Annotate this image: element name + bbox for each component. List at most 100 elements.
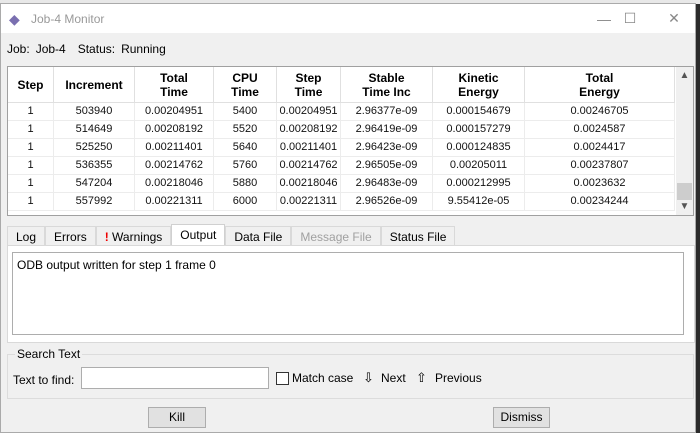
table-cell: 1 — [8, 139, 54, 156]
column-header-line: Step — [295, 70, 322, 85]
table-cell: 536355 — [54, 157, 135, 174]
tab-label: Status File — [389, 230, 447, 244]
column-header[interactable]: Total Time — [135, 67, 214, 102]
table-cell: 0.00218046 — [135, 175, 214, 192]
match-case-checkbox[interactable] — [276, 372, 289, 385]
tab-message-file: Message File — [291, 226, 381, 245]
table-row[interactable]: 1 547204 0.00218046 5880 0.00218046 2.96483e-… — [8, 175, 675, 193]
match-case-label[interactable]: Match case — [292, 371, 353, 385]
table-cell: 0.00221311 — [277, 193, 341, 210]
table-cell: 0.00237807 — [525, 157, 675, 174]
column-header[interactable]: Stable Time Inc — [341, 67, 433, 102]
column-header-line: Time — [231, 84, 259, 99]
column-header[interactable]: Step Time — [277, 67, 341, 102]
table-cell: 0.00211401 — [277, 139, 341, 156]
table-cell: 1 — [8, 157, 54, 174]
table-cell: 9.55412e-05 — [433, 193, 525, 210]
table-cell: 5760 — [214, 157, 277, 174]
column-header-line: Total — [585, 70, 614, 85]
column-header-line: CPU — [232, 70, 258, 85]
status-label: Status: — [77, 42, 116, 56]
job-name: Job-4 — [35, 42, 66, 56]
tab-output[interactable]: Output — [171, 224, 226, 246]
tab-errors[interactable]: Errors — [45, 226, 96, 245]
tab-label: Data File — [234, 230, 283, 244]
column-header[interactable]: Total Energy — [525, 67, 675, 102]
job-monitor-window: ◆ Job-4 Monitor — ☐ ✕ Job: Job-4 Status: Ru… — [0, 3, 696, 433]
column-header-line: Energy — [579, 84, 620, 99]
job-label: Job: — [7, 42, 30, 56]
arrow-down-icon[interactable]: ⇩ — [363, 370, 374, 386]
table-cell: 0.00214762 — [135, 157, 214, 174]
table-cell: 5880 — [214, 175, 277, 192]
table-row[interactable]: 1 557992 0.00221311 6000 0.00221311 2.96526e-… — [8, 193, 675, 211]
table-cell: 1 — [8, 103, 54, 120]
table-cell: 1 — [8, 193, 54, 210]
output-text[interactable]: ODB output written for step 1 frame 0 — [12, 252, 684, 335]
table-cell: 2.96377e-09 — [341, 103, 433, 120]
column-header[interactable]: Step — [8, 67, 54, 102]
table-cell: 2.96419e-09 — [341, 121, 433, 138]
previous-button[interactable]: Previous — [435, 371, 482, 385]
column-header-line: Total — [160, 70, 188, 85]
column-header-line: Time Inc — [362, 84, 411, 99]
dismiss-button[interactable]: Dismiss — [493, 407, 550, 428]
job-status: Job: Job-4 Status: Running — [7, 42, 172, 56]
table-cell: 0.00205011 — [433, 157, 525, 174]
column-header-line: Increment — [65, 77, 123, 92]
scroll-up-icon[interactable]: ▲ — [676, 67, 693, 84]
table-cell: 1 — [8, 121, 54, 138]
table-cell: 5400 — [214, 103, 277, 120]
warning-icon: ! — [104, 230, 109, 244]
tab-log[interactable]: Log — [7, 226, 46, 245]
tab-warnings[interactable]: ! Warnings — [95, 226, 172, 245]
window-title: Job-4 Monitor — [31, 11, 105, 26]
increment-table: Step Increment Total Time CPU Time Step Time Sta… — [7, 66, 694, 216]
table-cell: 557992 — [54, 193, 135, 210]
vertical-scrollbar[interactable]: ▲ ▼ — [676, 67, 693, 215]
table-row[interactable]: 1 536355 0.00214762 5760 0.00214762 2.96505e-… — [8, 157, 675, 175]
app-icon: ◆ — [9, 10, 20, 27]
tab-label: Warnings — [112, 230, 163, 244]
table-row[interactable]: 1 514649 0.00208192 5520 0.00208192 2.96419e-… — [8, 121, 675, 139]
table-cell: 2.96423e-09 — [341, 139, 433, 156]
table-cell: 547204 — [54, 175, 135, 192]
table-row[interactable]: 1 503940 0.00204951 5400 0.00204951 2.96377e-… — [8, 103, 675, 121]
text-to-find-input[interactable] — [81, 367, 269, 389]
kill-button[interactable]: Kill — [148, 407, 206, 428]
column-header-line: Time — [160, 84, 188, 99]
next-button[interactable]: Next — [381, 371, 406, 385]
column-header[interactable]: Kinetic Energy — [433, 67, 525, 102]
maximize-button[interactable]: ☐ — [607, 4, 653, 33]
scroll-down-icon[interactable]: ▼ — [676, 198, 693, 215]
table-cell: 2.96505e-09 — [341, 157, 433, 174]
output-panel: ODB output written for step 1 frame 0 — [7, 245, 695, 343]
column-header[interactable]: Increment — [54, 67, 135, 102]
table-cell: 503940 — [54, 103, 135, 120]
text-to-find-label: Text to find: — [13, 373, 75, 387]
table-body: 1 503940 0.00204951 5400 0.00204951 2.96377e-… — [8, 103, 675, 211]
tab-status-file[interactable]: Status File — [380, 226, 456, 245]
arrow-up-icon[interactable]: ⇧ — [416, 370, 427, 386]
column-header-line: Step — [17, 77, 44, 92]
column-header-line: Stable — [368, 70, 405, 85]
tab-data-file[interactable]: Data File — [225, 226, 292, 245]
table-cell: 0.0024587 — [525, 121, 675, 138]
table-cell: 0.000157279 — [433, 121, 525, 138]
table-cell: 514649 — [54, 121, 135, 138]
table-cell: 0.0023632 — [525, 175, 675, 192]
table-cell: 0.000154679 — [433, 103, 525, 120]
close-button[interactable]: ✕ — [651, 4, 697, 33]
title-bar[interactable]: ◆ Job-4 Monitor — ☐ ✕ — [1, 4, 695, 33]
table-row[interactable]: 1 525250 0.00211401 5640 0.00211401 2.96423e-… — [8, 139, 675, 157]
status-value: Running — [121, 42, 166, 56]
table-cell: 0.00214762 — [277, 157, 341, 174]
table-cell: 0.00204951 — [277, 103, 341, 120]
column-header[interactable]: CPU Time — [214, 67, 277, 102]
table-cell: 2.96526e-09 — [341, 193, 433, 210]
table-cell: 0.00208192 — [277, 121, 341, 138]
table-cell: 0.00208192 — [135, 121, 214, 138]
table-cell: 2.96483e-09 — [341, 175, 433, 192]
table-cell: 6000 — [214, 193, 277, 210]
table-cell: 0.00218046 — [277, 175, 341, 192]
